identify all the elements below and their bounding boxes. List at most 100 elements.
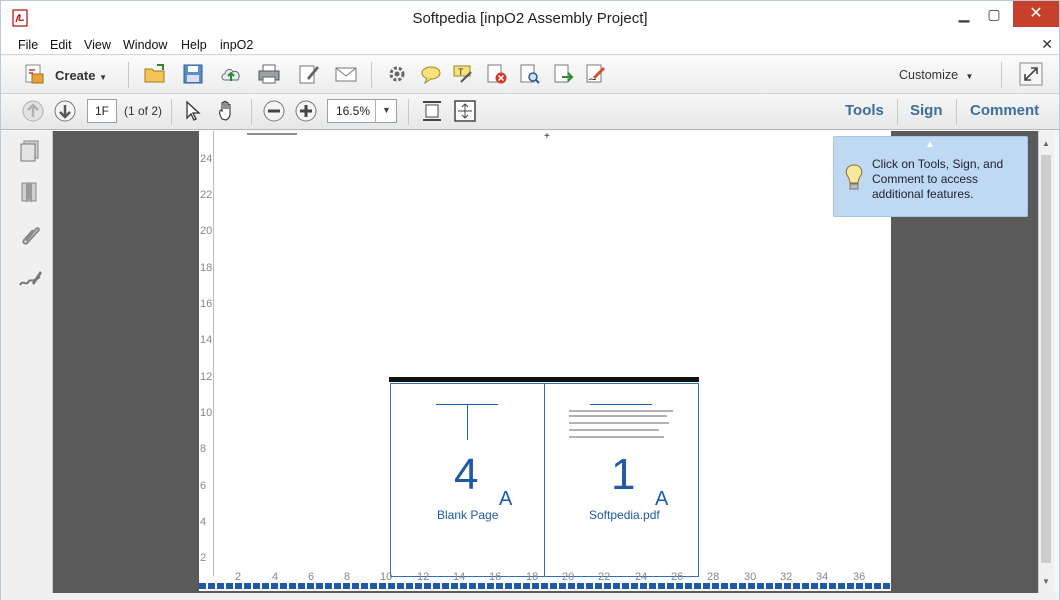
page-label-left: Blank Page [437,508,499,522]
toolbar-separator [251,99,252,125]
chevron-down-icon: ▼ [965,72,974,81]
svg-text:T: T [458,67,464,77]
ruler-label: 28 [707,571,720,583]
ruler-label: 20 [200,225,213,237]
scroll-down-arrow-icon[interactable]: ▼ [1042,577,1050,586]
ruler-label: 30 [744,571,757,583]
hand-tool-icon[interactable] [215,99,239,123]
vertical-scrollbar[interactable]: ▲ ▼ [1038,131,1054,593]
create-pdf-icon[interactable] [23,62,47,86]
ruler-label: 18 [200,262,213,274]
ruler-label: 16 [200,298,213,310]
vertical-ruler-line [213,131,214,576]
menu-file[interactable]: File [18,38,38,52]
page-panel-left[interactable]: 4 A Blank Page [390,383,545,577]
zoom-out-icon[interactable] [262,99,286,123]
customize-button[interactable]: Customize ▼ [899,68,973,82]
ruler-label: 4 [272,571,279,583]
cloud-upload-icon[interactable] [219,62,243,86]
page-number-input[interactable]: 1F [87,99,117,123]
email-icon[interactable] [334,62,358,86]
scroll-up-arrow-icon[interactable]: ▲ [1042,139,1050,148]
select-cursor-icon[interactable] [183,99,207,123]
sign-document-icon[interactable] [584,62,608,86]
paperclip-icon[interactable] [18,223,42,247]
ruler-label: 24 [635,571,648,583]
maximize-button[interactable]: ▢ [979,1,1009,27]
ruler-label: 24 [200,153,213,165]
ruler-label: 32 [780,571,793,583]
ruler-label: 22 [200,189,213,201]
previous-page-icon[interactable] [21,99,45,123]
page-label-right: Softpedia.pdf [589,508,660,522]
reject-document-icon[interactable] [485,62,509,86]
next-page-icon[interactable] [53,99,77,123]
ruler-label: 18 [526,571,539,583]
ruler-label: 14 [453,571,466,583]
title-bar: Softpedia [inpO2 Assembly Project] ▁ ▢ ✕ [1,1,1059,35]
open-folder-icon[interactable] [143,62,167,86]
toolbar-separator [371,62,372,88]
ruler-label: 6 [308,571,315,583]
page-number-left: 4 [454,450,479,499]
minimize-button[interactable]: ▁ [949,1,979,27]
tools-hint-tooltip: ▲ Click on Tools, Sign, and Comment to a… [833,136,1028,217]
ruler-label: 12 [417,571,430,583]
page-body-text [569,415,667,417]
menu-edit[interactable]: Edit [50,38,72,52]
close-button[interactable]: ✕ [1013,1,1059,27]
main-toolbar: Create ▼ T Customize ▼ [1,56,1059,94]
page-line [590,404,652,405]
tooltip-text: Click on Tools, Sign, and Comment to acc… [872,157,1004,201]
page-body-text [569,436,664,438]
page-thumbnails-icon[interactable] [18,139,42,163]
ruler-label: 2 [200,552,207,564]
print-icon[interactable] [257,62,281,86]
document-page: + 4 A Blank Page 1 A Softpedia.pdf 24 22… [199,131,891,591]
page-number-right: 1 [611,450,636,499]
page-panel-right[interactable]: 1 A Softpedia.pdf [544,383,699,577]
toolbar-separator [171,99,172,125]
ruler-label: 10 [380,571,393,583]
toolbar-separator [897,99,898,125]
scrollbar-thumb[interactable] [1041,155,1051,563]
zoom-in-icon[interactable] [294,99,318,123]
menu-help[interactable]: Help [181,38,207,52]
export-document-icon[interactable] [552,62,576,86]
signature-icon[interactable] [18,267,42,291]
ruler-label: 6 [200,480,207,492]
scrolling-mode-icon[interactable] [420,99,444,123]
ruler-label: 36 [853,571,866,583]
menu-window[interactable]: Window [123,38,167,52]
bookmark-icon[interactable] [18,181,42,205]
create-button[interactable]: Create ▼ [55,68,107,83]
navigation-pane [1,131,53,593]
menu-view[interactable]: View [84,38,111,52]
toolbar-separator [1001,62,1002,88]
ruler-label: 16 [489,571,502,583]
page-letter-left: A [499,488,513,510]
fit-page-icon[interactable] [453,99,477,123]
ruler-label: 8 [344,571,351,583]
toolbar-separator [956,99,957,125]
zoom-dropdown-button[interactable]: ▼ [375,99,397,123]
chevron-up-icon[interactable]: ▲ [925,139,935,150]
page-body-text [569,410,673,412]
edit-document-icon[interactable] [297,62,321,86]
tab-tools[interactable]: Tools [845,102,884,119]
close-document-button[interactable]: ✕ [1041,36,1053,53]
gear-icon[interactable] [385,62,409,86]
app-window: Softpedia [inpO2 Assembly Project] ▁ ▢ ✕… [0,0,1060,600]
highlight-text-icon[interactable]: T [451,62,475,86]
expand-fullscreen-icon[interactable] [1019,62,1043,86]
ruler-label: 8 [200,443,207,455]
tab-sign[interactable]: Sign [910,102,943,119]
tab-comment[interactable]: Comment [970,102,1039,119]
search-document-icon[interactable] [518,62,542,86]
comment-bubble-icon[interactable] [419,62,443,86]
menu-inpo2[interactable]: inpO2 [220,38,253,52]
page-line [467,404,468,440]
spread-top-bar [389,377,699,382]
save-icon[interactable] [181,62,205,86]
crop-mark: + [544,131,550,142]
